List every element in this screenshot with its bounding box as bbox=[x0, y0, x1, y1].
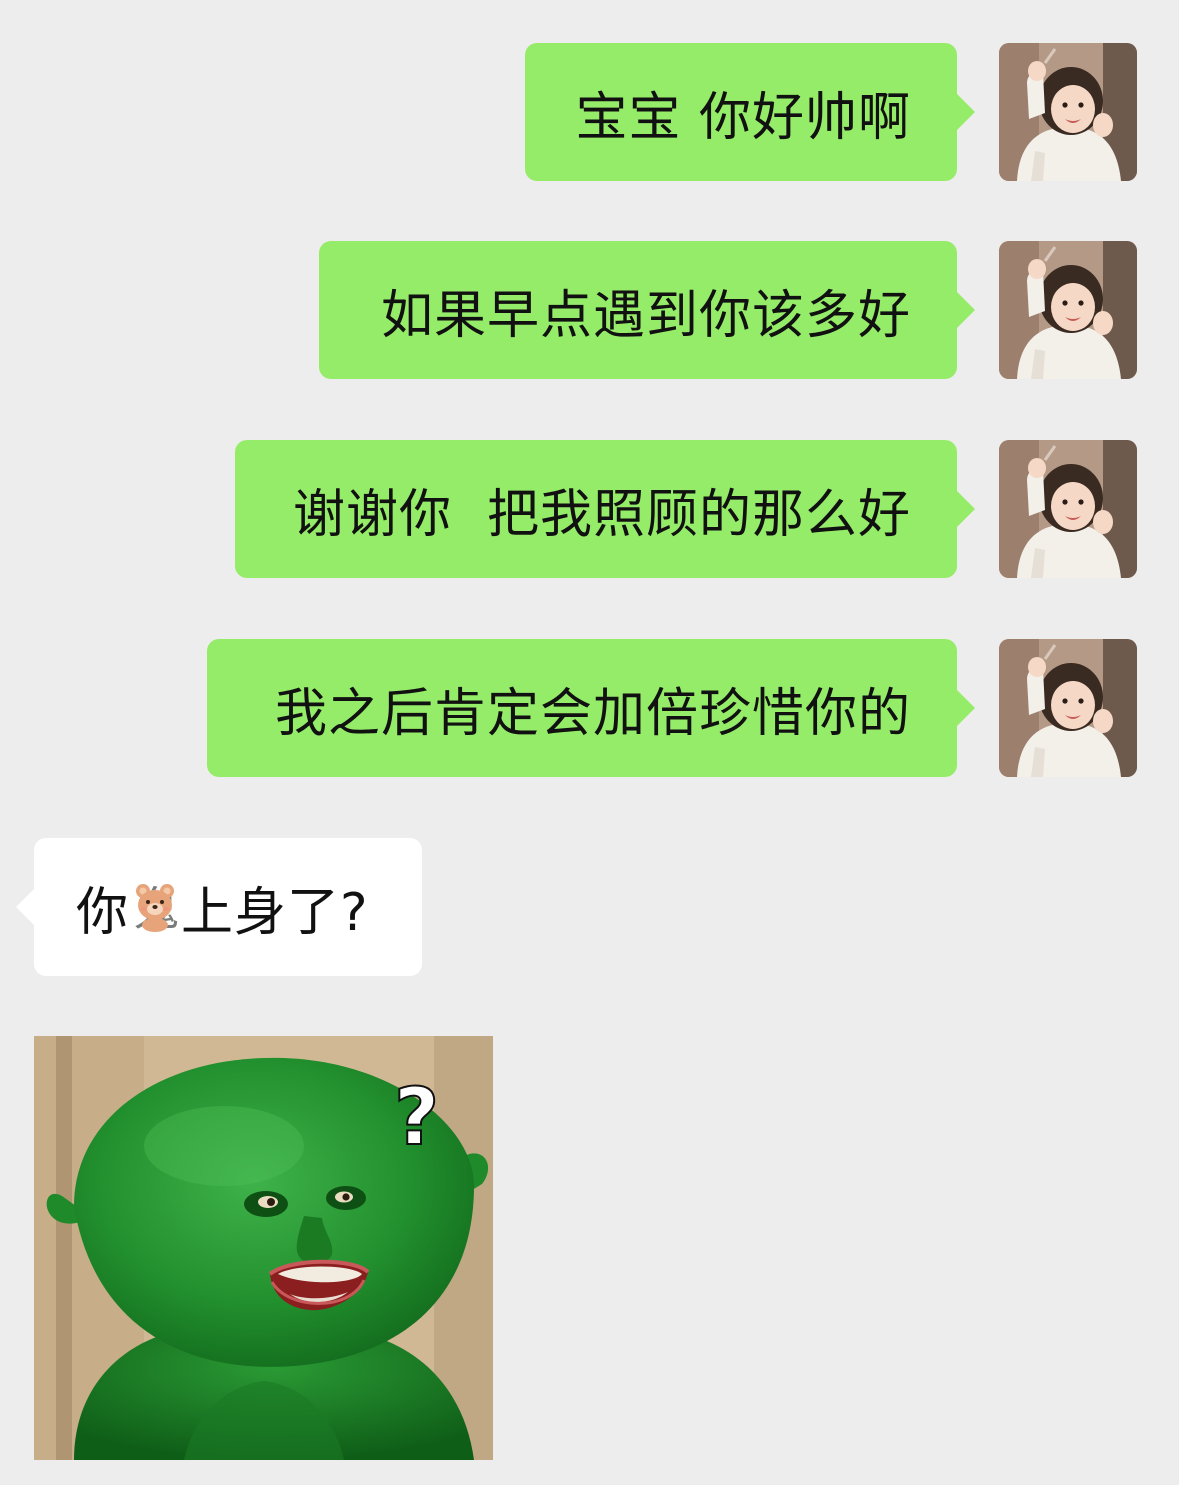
message-row-outgoing-4: 我之后肯定会加倍珍惜你的 bbox=[0, 639, 1179, 777]
reply-text-after: 上身了? bbox=[181, 882, 369, 943]
reply-text-before: 你 bbox=[76, 882, 130, 943]
message-text: 我之后肯定会加倍珍惜你的 bbox=[274, 683, 911, 744]
incoming-bubble[interactable]: 你 鬼 上身了? bbox=[16, 838, 422, 976]
toddler-waving-avatar-icon bbox=[999, 440, 1137, 578]
toddler-waving-avatar-icon bbox=[999, 43, 1137, 181]
green-face-meme-icon: ? bbox=[34, 1036, 493, 1460]
avatar[interactable] bbox=[999, 241, 1137, 379]
outgoing-bubble[interactable]: 宝宝 你好帅啊 bbox=[525, 43, 975, 181]
avatar[interactable] bbox=[999, 43, 1137, 181]
message-text: 如果早点遇到你该多好 bbox=[380, 285, 911, 346]
toddler-waving-avatar-icon bbox=[999, 639, 1137, 777]
message-text: 宝宝 你好帅啊 bbox=[575, 87, 911, 148]
message-row-outgoing-3: 谢谢你 把我照顾的那么好 bbox=[0, 440, 1179, 578]
message-row-outgoing-2: 如果早点遇到你该多好 bbox=[0, 241, 1179, 379]
green-face-meme-sticker[interactable]: ? bbox=[34, 1036, 493, 1460]
message-row-outgoing-1: 宝宝 你好帅啊 bbox=[0, 43, 1179, 181]
message-text: 谢谢你 把我照顾的那么好 bbox=[292, 484, 911, 545]
message-row-incoming: 你 鬼 上身了? bbox=[0, 838, 1179, 976]
outgoing-bubble[interactable]: 我之后肯定会加倍珍惜你的 bbox=[207, 639, 975, 777]
toddler-waving-avatar-icon bbox=[999, 241, 1137, 379]
avatar[interactable] bbox=[999, 440, 1137, 578]
outgoing-bubble[interactable]: 谢谢你 把我照顾的那么好 bbox=[235, 440, 975, 578]
outgoing-bubble[interactable]: 如果早点遇到你该多好 bbox=[319, 241, 975, 379]
sticker-question-mark: ? bbox=[394, 1073, 439, 1163]
bear-emoji-icon: 鬼 bbox=[129, 881, 181, 936]
avatar[interactable] bbox=[999, 639, 1137, 777]
